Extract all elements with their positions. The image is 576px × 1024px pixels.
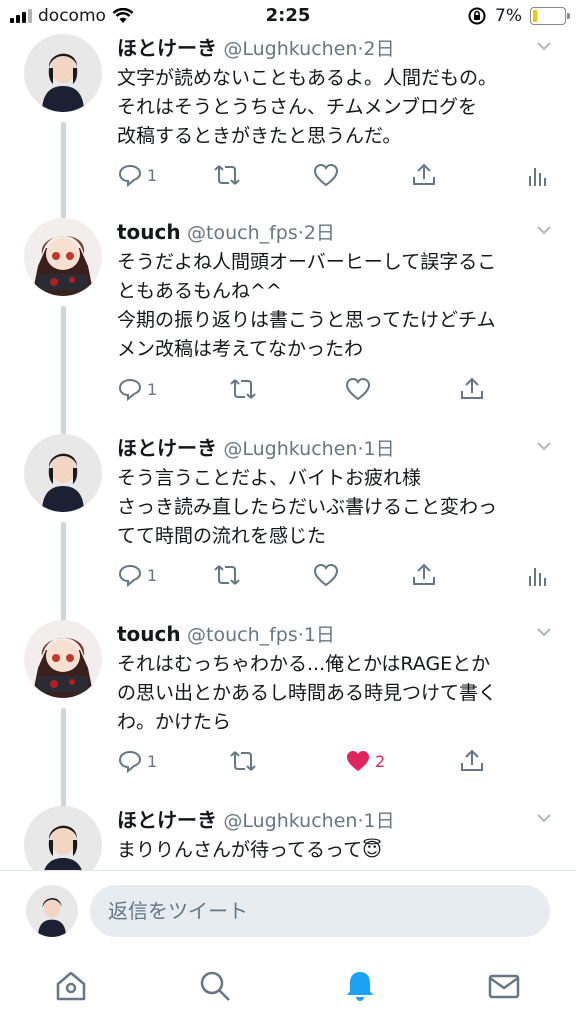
reply-button[interactable]: 1 xyxy=(117,560,157,590)
tweet-header: ほとけーき @Lughkuchen·1日 xyxy=(117,436,395,460)
thread-line xyxy=(61,708,66,816)
display-name[interactable]: ほとけーき xyxy=(117,808,217,832)
share-button[interactable] xyxy=(459,374,485,404)
reply-count: 1 xyxy=(147,565,158,585)
tweet-header: ほとけーき @Lughkuchen·1日 xyxy=(117,808,395,832)
share-icon xyxy=(413,563,435,585)
user-handle: @Lughkuchen xyxy=(223,38,358,60)
retweet-icon xyxy=(230,751,256,771)
home-icon[interactable] xyxy=(54,969,88,1003)
thread-line xyxy=(61,522,66,630)
battery-percent: 7% xyxy=(495,6,522,26)
tweet-time: 1日 xyxy=(303,624,335,646)
chevron-down-icon[interactable] xyxy=(536,38,552,54)
reply-button[interactable]: 1 xyxy=(117,746,157,776)
rotation-lock-icon xyxy=(468,7,486,25)
tweet-header: ほとけーき @Lughkuchen·2日 xyxy=(117,36,395,60)
like-button[interactable] xyxy=(313,160,343,190)
heart-icon xyxy=(313,163,339,187)
tweet-text: それはむっちゃわかる...俺とかはRAGEとか の思い出とかあるし時間ある時見つけ… xyxy=(117,653,498,733)
tweet-text: まりりんさんが待ってるって😇 xyxy=(117,839,382,861)
share-icon xyxy=(413,163,435,185)
tweet-actions: 1 xyxy=(117,160,557,190)
tweet-actions: 1 2 xyxy=(117,746,557,776)
share-icon xyxy=(461,377,483,399)
avatar[interactable] xyxy=(24,34,102,112)
retweet-icon xyxy=(214,565,240,585)
user-handle: @Lughkuchen xyxy=(223,810,358,832)
like-button[interactable]: 2 xyxy=(345,746,385,776)
share-button[interactable] xyxy=(459,746,485,776)
reply-icon xyxy=(118,164,142,188)
heart-filled-icon xyxy=(347,751,369,771)
user-handle: @touch_fps xyxy=(187,624,298,646)
my-avatar[interactable] xyxy=(26,885,78,937)
conversation-thread[interactable]: ほとけーき @Lughkuchen·2日 文字が読めないこともあるよ。人間だもの… xyxy=(0,34,576,870)
share-button[interactable] xyxy=(411,160,437,190)
tweet-text: 文字が読めないこともあるよ。人間だもの。 それはそうとうちさん、チムメンブログを改… xyxy=(117,67,498,147)
tweet-time: 1日 xyxy=(363,438,395,460)
retweet-button[interactable] xyxy=(229,746,257,776)
like-button[interactable] xyxy=(313,560,343,590)
tweet-header: touch @touch_fps·1日 xyxy=(117,622,335,646)
analytics-icon xyxy=(529,168,546,186)
share-button[interactable] xyxy=(411,560,437,590)
reply-count: 1 xyxy=(147,751,158,771)
retweet-icon xyxy=(214,165,240,185)
tweet-actions: 1 xyxy=(117,374,557,404)
reply-count: 1 xyxy=(147,379,158,399)
display-name[interactable]: ほとけーき xyxy=(117,36,217,60)
display-name[interactable]: touch xyxy=(117,220,181,244)
tweet-text: そう言うことだよ、バイトお疲れ様 さっき読み直したらだいぶ書けること変わっ てて時間… xyxy=(117,467,498,547)
retweet-button[interactable] xyxy=(213,160,241,190)
tweet-actions: 1 xyxy=(117,560,557,590)
chevron-down-icon[interactable] xyxy=(536,222,552,238)
battery-icon xyxy=(530,7,570,25)
avatar[interactable] xyxy=(24,620,102,698)
retweet-button[interactable] xyxy=(213,560,241,590)
status-bar: docomo 2:25 7% xyxy=(0,0,576,34)
chevron-down-icon[interactable] xyxy=(536,624,552,640)
user-handle: @touch_fps xyxy=(187,222,298,244)
reply-icon xyxy=(118,564,142,588)
reply-input[interactable]: 返信をツイート xyxy=(90,885,550,937)
reply-composer: 返信をツイート xyxy=(0,870,576,955)
retweet-icon xyxy=(230,379,256,399)
reply-button[interactable]: 1 xyxy=(117,374,157,404)
user-handle: @Lughkuchen xyxy=(223,438,358,460)
reply-icon xyxy=(118,750,142,774)
avatar[interactable] xyxy=(24,218,102,296)
heart-icon xyxy=(313,563,339,587)
avatar[interactable] xyxy=(24,434,102,512)
reply-icon xyxy=(118,378,142,402)
like-button[interactable] xyxy=(345,374,375,404)
heart-icon xyxy=(345,377,371,401)
messages-icon[interactable] xyxy=(487,969,521,1003)
analytics-button[interactable] xyxy=(527,560,547,590)
share-icon xyxy=(461,749,483,771)
display-name[interactable]: ほとけーき xyxy=(117,436,217,460)
display-name[interactable]: touch xyxy=(117,622,181,646)
reply-button[interactable]: 1 xyxy=(117,160,157,190)
avatar[interactable] xyxy=(24,806,102,870)
analytics-button[interactable] xyxy=(527,160,547,190)
analytics-icon xyxy=(529,568,546,586)
reply-count: 1 xyxy=(147,165,158,185)
thread-line xyxy=(61,306,66,446)
like-count: 2 xyxy=(375,751,386,771)
search-icon[interactable] xyxy=(198,969,232,1003)
thread-line xyxy=(61,122,66,230)
retweet-button[interactable] xyxy=(229,374,257,404)
tweet-header: touch @touch_fps·2日 xyxy=(117,220,335,244)
tweet-time: 2日 xyxy=(303,222,335,244)
tab-bar xyxy=(0,955,576,1024)
tweet-time: 1日 xyxy=(363,810,395,832)
notifications-icon[interactable] xyxy=(343,969,377,1003)
chevron-down-icon[interactable] xyxy=(536,438,552,454)
tweet-text: そうだよね人間頭オーバーヒーして誤字るこ ともあるもんね^^ 今期の振り返りは書こう… xyxy=(117,251,497,360)
tweet-time: 2日 xyxy=(363,38,395,60)
chevron-down-icon[interactable] xyxy=(536,810,552,826)
